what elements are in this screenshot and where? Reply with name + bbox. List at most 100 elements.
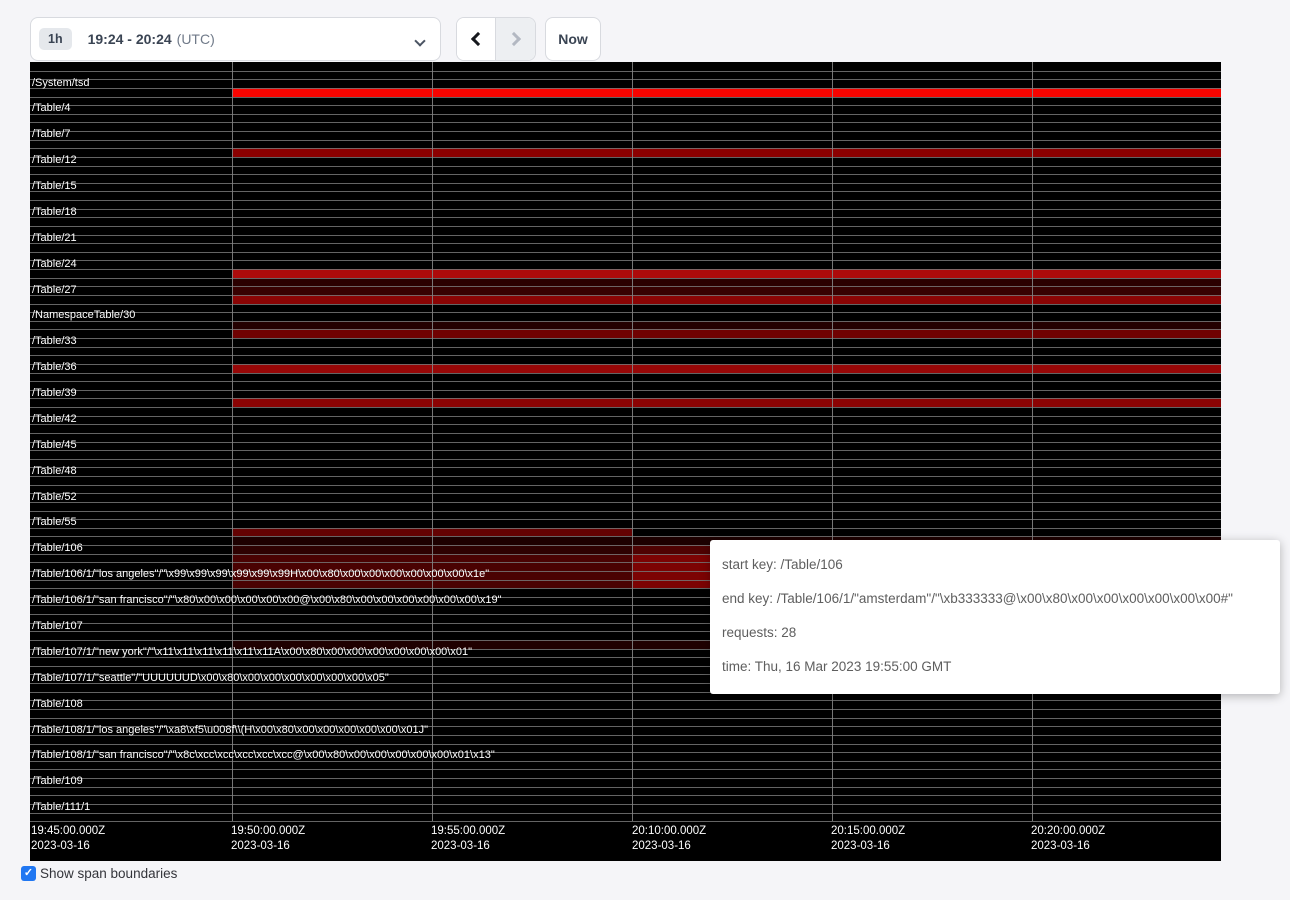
span-boundary-line (30, 312, 1221, 313)
span-boundary-line (30, 485, 1221, 486)
span-boundary-line (30, 459, 1221, 460)
span-boundary-line (30, 416, 1221, 417)
x-axis-tick-time: 19:45:00.000Z (31, 824, 105, 839)
span-boundary-line (30, 778, 1221, 779)
x-axis-tick-date: 2023-03-16 (31, 839, 105, 854)
tooltip-start-key: start key: /Table/106 (722, 548, 1268, 582)
span-boundary-line (30, 338, 1221, 339)
x-axis-tick: 19:50:00.000Z2023-03-16 (231, 824, 305, 854)
key-visualizer-canvas[interactable]: /System/tsd/Table/4/Table/7/Table/12/Tab… (30, 62, 1221, 861)
span-boundary-line (30, 235, 1221, 236)
span-boundary-line (30, 442, 1221, 443)
row-label: /Table/36 (32, 361, 77, 374)
heat-bar (232, 329, 1221, 338)
span-boundary-line (30, 329, 1221, 330)
span-boundary-line (30, 304, 1221, 305)
row-label: /Table/45 (32, 439, 77, 452)
span-boundary-line (30, 467, 1221, 468)
span-boundary-line (30, 79, 1221, 80)
span-boundary-line (30, 243, 1221, 244)
x-axis-tick: 20:15:00.000Z2023-03-16 (831, 824, 905, 854)
show-span-boundaries-checkbox[interactable]: ✓ (21, 866, 36, 881)
x-axis-tick-time: 19:50:00.000Z (231, 824, 305, 839)
span-boundary-line (30, 476, 1221, 477)
time-gridline (632, 62, 633, 821)
span-boundary-line (30, 174, 1221, 175)
span-boundary-line (30, 795, 1221, 796)
row-label: /Table/106 (32, 542, 83, 555)
x-axis-tick-date: 2023-03-16 (831, 839, 905, 854)
span-boundary-line (30, 114, 1221, 115)
span-boundary-line (30, 217, 1221, 218)
time-gridline (432, 62, 433, 821)
span-boundary-line (30, 286, 1221, 287)
tooltip-requests: requests: 28 (722, 616, 1268, 650)
row-label: /Table/107/1/"seattle"/"UUUUUUD\x00\x80\… (32, 672, 389, 685)
span-boundary-line (30, 71, 1221, 72)
row-label: /Table/4 (32, 102, 71, 115)
span-boundary-line (30, 347, 1221, 348)
span-boundary-line (30, 183, 1221, 184)
span-boundary-line (30, 493, 1221, 494)
span-boundary-line (30, 700, 1221, 701)
span-boundary-line (30, 105, 1221, 106)
row-label: /Table/48 (32, 465, 77, 478)
row-label: /Table/21 (32, 232, 77, 245)
span-boundary-line (30, 364, 1221, 365)
span-boundary-line (30, 295, 1221, 296)
row-label: /System/tsd (32, 77, 89, 90)
tooltip-time: time: Thu, 16 Mar 2023 19:55:00 GMT (722, 650, 1268, 684)
tooltip-end-key: end key: /Table/106/1/"amsterdam"/"\xb33… (722, 582, 1268, 616)
x-axis-tick-date: 2023-03-16 (431, 839, 505, 854)
span-boundary-line (30, 269, 1221, 270)
span-boundary-line (30, 398, 1221, 399)
x-axis-tick: 19:55:00.000Z2023-03-16 (431, 824, 505, 854)
x-axis-tick-time: 20:20:00.000Z (1031, 824, 1105, 839)
x-axis-tick-date: 2023-03-16 (1031, 839, 1105, 854)
span-boundary-line (30, 373, 1221, 374)
time-gridline (832, 62, 833, 821)
previous-range-button[interactable] (457, 18, 496, 60)
span-boundary-line (30, 278, 1221, 279)
span-boundary-line (30, 88, 1221, 89)
span-boundary-line (30, 191, 1221, 192)
span-boundary-line (30, 226, 1221, 227)
now-button[interactable]: Now (545, 17, 601, 61)
span-boundary-line (30, 321, 1221, 322)
x-axis-tick: 19:45:00.000Z2023-03-16 (31, 824, 105, 854)
chevron-left-icon (470, 32, 484, 46)
row-label: /Table/106/1/"los angeles"/"\x99\x99\x99… (32, 568, 489, 581)
span-boundary-line (30, 140, 1221, 141)
time-range-pager (456, 17, 536, 61)
span-boundary-line (30, 148, 1221, 149)
row-label: /NamespaceTable/30 (32, 309, 135, 322)
row-label: /Table/39 (32, 387, 77, 400)
span-boundary-line (30, 97, 1221, 98)
time-range-timezone: (UTC) (177, 31, 215, 47)
heat-bar (232, 88, 1221, 97)
x-axis-tick-date: 2023-03-16 (231, 839, 305, 854)
x-axis-tick-time: 20:15:00.000Z (831, 824, 905, 839)
heat-bar (232, 364, 1221, 373)
row-label: /Table/42 (32, 413, 77, 426)
span-boundary-line (30, 209, 1221, 210)
time-range-dropdown[interactable]: 1h 19:24 - 20:24 (UTC) (30, 17, 441, 61)
span-boundary-line (30, 252, 1221, 253)
next-range-button-disabled[interactable] (496, 18, 535, 60)
x-axis-tick: 20:20:00.000Z2023-03-16 (1031, 824, 1105, 854)
row-label: /Table/7 (32, 128, 71, 141)
row-label: /Table/33 (32, 335, 77, 348)
span-boundary-line (30, 433, 1221, 434)
time-range-duration-badge: 1h (39, 28, 72, 50)
time-gridline (1032, 62, 1033, 821)
heat-bar (232, 398, 1221, 407)
row-label: /Table/106/1/"san francisco"/"\x80\x00\x… (32, 594, 502, 607)
span-boundary-line (30, 355, 1221, 356)
span-boundary-line (30, 450, 1221, 451)
time-range-text: 19:24 - 20:24 (88, 31, 172, 47)
span-boundary-line (30, 122, 1221, 123)
span-boundary-line (30, 536, 1221, 537)
span-boundary-line (30, 821, 1221, 822)
span-boundary-line (30, 502, 1221, 503)
span-boundary-line (30, 390, 1221, 391)
